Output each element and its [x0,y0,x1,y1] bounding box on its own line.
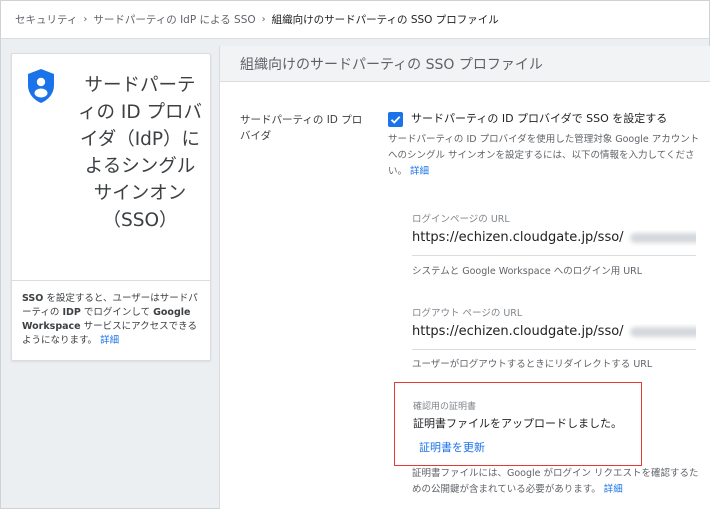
desc-sso: SSO [22,293,44,304]
checkmark-icon [390,116,401,124]
certificate-help: 証明書ファイルには、Google がログイン リクエストを確認するための公開鍵が… [412,466,702,498]
checkbox-label[interactable]: サードパーティの ID プロバイダで SSO を設定する [411,110,667,126]
card-title: サードパーティの ID プロバイダ（IdP）によるシングル サインオン（SSO） [78,75,202,231]
panel-header: 組織向けのサードパーティの SSO プロファイル [220,46,710,82]
card-divider [12,280,210,281]
certificate-box: 確認用の証明書 証明書ファイルをアップロードしました。 証明書を更新 [394,382,642,466]
desc-part2: でログインして [80,307,154,318]
checkbox-desc-text: サードパーティの ID プロバイダを使用した管理対象 Google アカウントへ… [388,134,700,177]
logout-url-field[interactable]: https://echizen.cloudgate.jp/sso/ [412,324,696,350]
certificate-help-text: 証明書ファイルには、Google がログイン リクエストを確認するための公開鍵が… [412,468,699,495]
redacted-text [629,232,696,243]
login-url-value: https://echizen.cloudgate.jp/sso/ [412,230,624,245]
setting-label: サードパーティの ID プロバイダ [240,114,363,142]
breadcrumb-separator: › [261,14,266,25]
certificate-details-link[interactable]: 詳細 [604,484,623,495]
logout-url-help: ユーザーがログアウトするときにリダイレクトする URL [412,359,653,370]
card-description: SSO を設定すると、ユーザーはサードパーティの IDP でログインして Goo… [22,292,206,348]
update-certificate-link[interactable]: 証明書を更新 [419,439,485,455]
login-url-help: システムと Google Workspace へのログイン用 URL [412,266,643,277]
breadcrumb-sso[interactable]: サードパーティの IdP による SSO [93,12,255,27]
login-url-field[interactable]: https://echizen.cloudgate.jp/sso/ [412,230,696,256]
main-panel: 組織向けのサードパーティの SSO プロファイル サードパーティの ID プロバ… [219,46,710,509]
checkbox-description: サードパーティの ID プロバイダを使用した管理対象 Google アカウントへ… [388,132,700,180]
breadcrumb-current: 組織向けのサードパーティの SSO プロファイル [271,14,499,26]
sso-checkbox[interactable] [388,112,403,127]
info-card: サードパーティの ID プロバイダ（IdP）によるシングル サインオン（SSO）… [11,53,211,361]
breadcrumb: セキュリティ › サードパーティの IdP による SSO › 組織向けのサード… [1,1,709,39]
login-url-label: ログインページの URL [412,214,510,225]
certificate-label: 確認用の証明書 [413,402,477,412]
app-frame: セキュリティ › サードパーティの IdP による SSO › 組織向けのサード… [0,0,710,509]
logout-url-value: https://echizen.cloudgate.jp/sso/ [412,324,624,339]
redacted-text [629,326,696,337]
desc-idp: IDP [62,307,81,318]
breadcrumb-security[interactable]: セキュリティ [15,12,77,27]
shield-person-icon [28,69,54,103]
details-link[interactable]: 詳細 [410,166,429,177]
learn-more-link[interactable]: 詳細 [100,335,119,346]
logout-url-label: ログアウト ページの URL [412,308,523,319]
breadcrumb-separator: › [83,14,88,25]
certificate-status: 証明書ファイルをアップロードしました。 [413,417,622,430]
